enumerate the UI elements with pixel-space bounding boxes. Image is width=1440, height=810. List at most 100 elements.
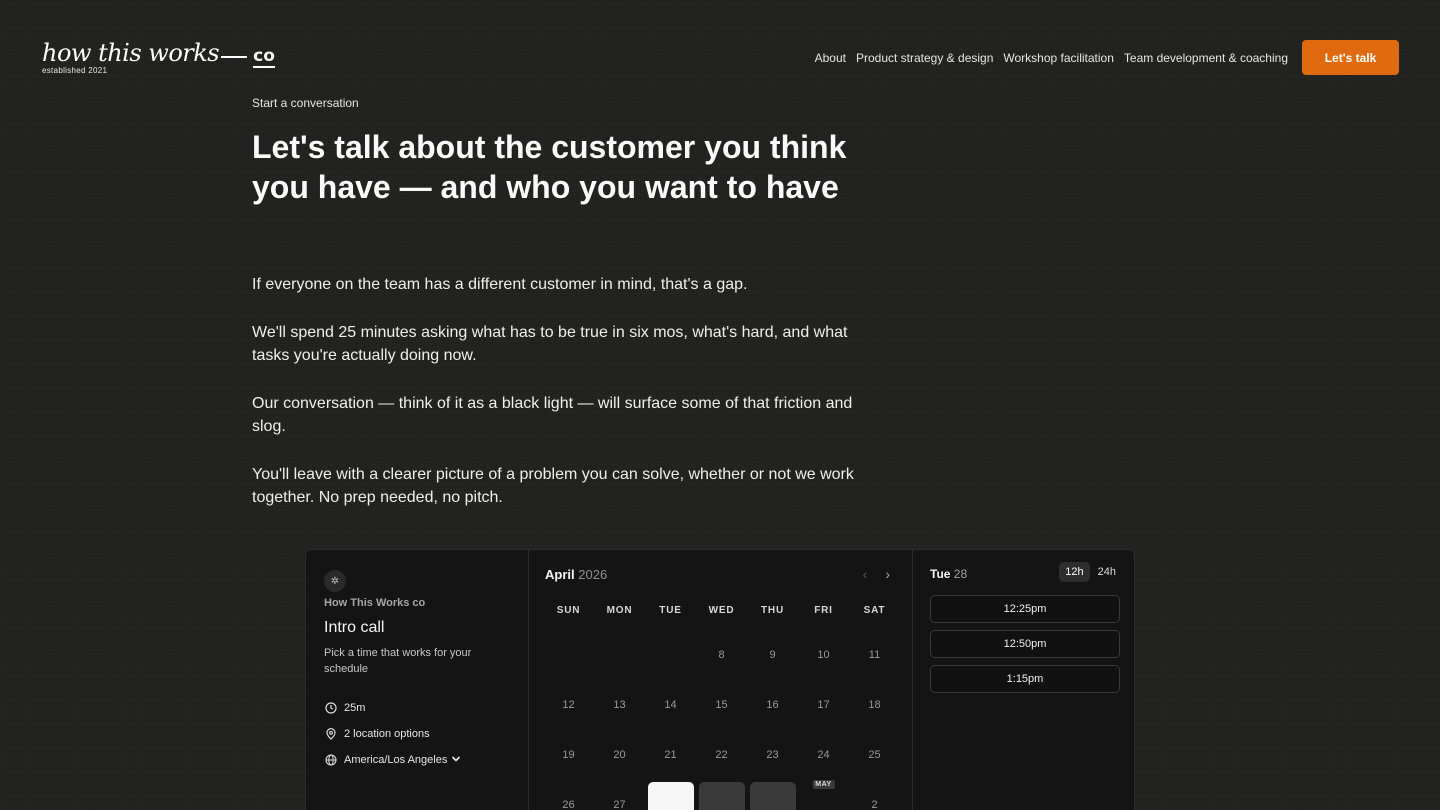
- day-number: 24: [817, 749, 830, 761]
- day-number: 8: [718, 649, 725, 661]
- calendar-day: 1MAY: [798, 780, 849, 810]
- chevron-left-icon[interactable]: ‹: [863, 566, 868, 582]
- clock-icon: [324, 701, 337, 714]
- calendar-day[interactable]: 30: [747, 780, 798, 810]
- chevron-down-icon: [451, 754, 461, 766]
- calendar-day: 25: [849, 730, 900, 780]
- globe-icon: [324, 753, 337, 766]
- calendar-day: 22: [696, 730, 747, 780]
- date-grid: 8 9 10 11 12 13 14 15 16 17 18 19 20 21 22 23 24 25 26 27 28…: [543, 630, 900, 810]
- weekday-label: THU: [761, 605, 784, 616]
- paragraph: We'll spend 25 minutes asking what has t…: [252, 323, 848, 365]
- weekday-label: SAT: [863, 605, 886, 616]
- intro-copy: If everyone on the team has a different …: [252, 273, 872, 534]
- day-number: [597, 632, 643, 678]
- calendar-day: 2: [849, 780, 900, 810]
- slot-list: 12:25pm 12:50pm 1:15pm: [930, 595, 1120, 700]
- day-number: 19: [562, 749, 575, 761]
- duration: 25m: [324, 701, 510, 714]
- month-badge: MAY: [812, 780, 835, 789]
- day-number: 30: [749, 782, 796, 810]
- selected-day-num: 28: [953, 567, 968, 581]
- logo-co: co: [253, 46, 275, 68]
- time-format-toggle: 12h 24h: [1059, 562, 1122, 582]
- day-number: 13: [613, 699, 626, 711]
- format-24h[interactable]: 24h: [1092, 562, 1122, 582]
- day-number: 9: [769, 649, 776, 661]
- chevron-right-icon[interactable]: ›: [885, 566, 890, 582]
- calendar-day: 15: [696, 680, 747, 730]
- day-number: 25: [868, 749, 881, 761]
- calendar-day: 18: [849, 680, 900, 730]
- calendar-day: 19: [543, 730, 594, 780]
- day-number: 2: [871, 799, 878, 810]
- event-title: Intro call: [324, 619, 385, 636]
- year: 2026: [578, 567, 608, 582]
- calendar-day[interactable]: 28: [645, 780, 696, 810]
- location: 2 location options: [324, 727, 510, 740]
- paragraph: Our conversation — think of it as a blac…: [252, 394, 853, 436]
- calendar-day: 27: [594, 780, 645, 810]
- time-slot-button[interactable]: 12:50pm: [930, 630, 1120, 658]
- eyebrow: Start a conversation: [252, 96, 359, 110]
- day-number: 28: [647, 782, 694, 810]
- main-nav: About Product strategy & design Workshop…: [805, 40, 1399, 75]
- calendar-day: 24: [798, 730, 849, 780]
- day-number: 27: [613, 799, 626, 810]
- format-12h[interactable]: 12h: [1059, 562, 1090, 582]
- event-description: Pick a time that works for your schedule: [324, 647, 472, 675]
- month-name: April: [545, 567, 575, 582]
- location-label: 2 location options: [344, 727, 430, 740]
- page-title: Let's talk about the customer you think …: [252, 129, 847, 205]
- time-slot-button[interactable]: 1:15pm: [930, 665, 1120, 693]
- day-number: 26: [562, 799, 575, 810]
- booking-widget: ✲ How This Works co Intro call Pick a ti…: [305, 549, 1135, 810]
- day-number: 14: [664, 699, 677, 711]
- duration-label: 25m: [344, 701, 366, 714]
- paragraph: You'll leave with a clearer picture of a…: [252, 465, 854, 507]
- nav-about[interactable]: About: [815, 51, 846, 65]
- calendar-day: 23: [747, 730, 798, 780]
- day-number: 12: [562, 699, 575, 711]
- calendar-day: 8: [696, 630, 747, 680]
- org-avatar: ✲: [324, 570, 346, 592]
- day-number: 21: [664, 749, 677, 761]
- nav-team-development[interactable]: Team development & coaching: [1124, 51, 1288, 65]
- calendar-day: 20: [594, 730, 645, 780]
- logo-dash: [221, 55, 248, 58]
- weekday-label: WED: [708, 605, 735, 616]
- calendar-day: 26: [543, 780, 594, 810]
- calendar-day: 21: [645, 730, 696, 780]
- day-number: [648, 632, 694, 678]
- weekday-label: MON: [606, 605, 633, 616]
- calendar-day: 9: [747, 630, 798, 680]
- weekday-label: FRI: [814, 605, 833, 616]
- calendar-day: 11: [849, 630, 900, 680]
- nav-product-strategy[interactable]: Product strategy & design: [856, 51, 993, 65]
- day-number: 16: [766, 699, 779, 711]
- day-number: [546, 632, 592, 678]
- calendar-day: 10: [798, 630, 849, 680]
- nav-workshop-facilitation[interactable]: Workshop facilitation: [1003, 51, 1114, 65]
- selected-date: Tue 28: [930, 567, 967, 581]
- day-number: 10: [817, 649, 830, 661]
- calendar: April 2026 ‹ › SUN MON TUE WED THU FRI SAT 891…: [529, 550, 913, 810]
- calendar-day[interactable]: 29: [696, 780, 747, 810]
- day-number: 11: [868, 649, 881, 661]
- time-slot-button[interactable]: 12:25pm: [930, 595, 1120, 623]
- timezone-selector[interactable]: America/Los Angeles: [324, 753, 510, 766]
- lets-talk-button[interactable]: Let's talk: [1302, 40, 1399, 75]
- time-slots-panel: Tue 28 12h 24h 12:25pm 12:50pm 1:15pm: [913, 550, 1134, 810]
- day-number: 29: [698, 782, 745, 810]
- logo-tagline: established 2021: [42, 66, 108, 75]
- day-number: 17: [817, 699, 830, 711]
- logo[interactable]: how this works co established 2021: [42, 40, 275, 75]
- day-number: 15: [715, 699, 728, 711]
- calendar-day: [594, 630, 645, 680]
- day-number: 23: [766, 749, 779, 761]
- calendar-day: 12: [543, 680, 594, 730]
- weekday-header: SUN MON TUE WED THU FRI SAT: [543, 605, 900, 616]
- timezone-label: America/Los Angeles: [344, 753, 448, 766]
- weekday-label: SUN: [556, 605, 581, 616]
- calendar-day: 16: [747, 680, 798, 730]
